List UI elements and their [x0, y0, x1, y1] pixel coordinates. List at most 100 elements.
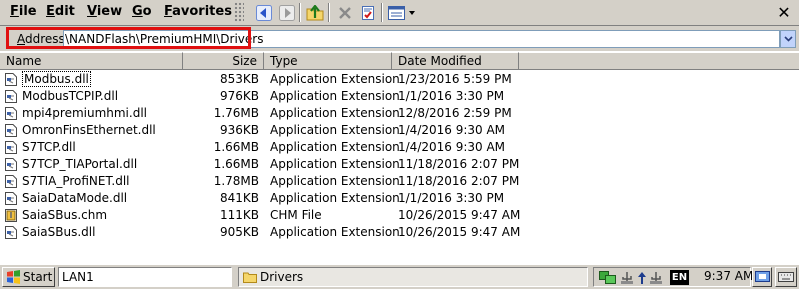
table-row[interactable]: S7TCP_TIAPortal.dll 1.66MB Application Ext…: [0, 156, 799, 173]
usb-device-icon[interactable]: [649, 271, 663, 285]
up-folder-button[interactable]: [304, 2, 326, 23]
file-type: CHM File: [270, 208, 322, 222]
file-date-modified: 1/1/2016 3:30 PM: [398, 89, 505, 103]
table-row[interactable]: SaiaSBus.dll 905KB Application Extension 10…: [0, 224, 799, 241]
dll-file-icon: [5, 90, 17, 103]
file-size: 853KB: [219, 72, 259, 86]
address-dropdown-button[interactable]: [780, 30, 796, 48]
forward-button[interactable]: [276, 2, 298, 23]
input-panel-button[interactable]: [775, 267, 797, 287]
file-name: SaiaSBus.chm: [22, 207, 107, 224]
menu-view[interactable]: View: [87, 4, 122, 19]
dll-file-icon: [5, 226, 17, 239]
toolbar-separator: [328, 3, 330, 22]
menu-go[interactable]: Go: [132, 4, 152, 19]
file-type: Application Extension: [270, 140, 400, 154]
file-size: 1.66MB: [213, 157, 259, 171]
dll-file-icon: [5, 107, 17, 120]
file-type: Application Extension: [270, 123, 400, 137]
file-date-modified: 1/4/2016 9:30 AM: [398, 140, 506, 154]
file-name: mpi4premiumhmi.dll: [22, 105, 147, 122]
table-row[interactable]: SaiaSBus.chm 111KB CHM File 10/26/2015 9:47…: [0, 207, 799, 224]
file-date-modified: 1/23/2016 5:59 PM: [398, 72, 512, 86]
file-type: Application Extension: [270, 89, 400, 103]
column-header-name[interactable]: Name: [0, 52, 183, 70]
dll-file-icon: [5, 124, 17, 137]
input-language-indicator[interactable]: EN: [670, 270, 689, 285]
table-row[interactable]: ModbusTCPIP.dll 976KB Application Extensio…: [0, 88, 799, 105]
toolbar-grip[interactable]: [234, 2, 244, 22]
file-size: 1.78MB: [213, 174, 259, 188]
views-button[interactable]: [386, 2, 418, 23]
start-button[interactable]: Start: [2, 267, 55, 287]
table-row[interactable]: S7TIA_ProfiNET.dll 1.78MB Application Exte…: [0, 173, 799, 190]
desktop-button[interactable]: [752, 267, 772, 287]
file-date-modified: 10/26/2015 9:47 AM: [398, 208, 521, 222]
file-name: S7TCP_TIAPortal.dll: [22, 156, 137, 173]
file-date-modified: 12/8/2016 2:59 PM: [398, 106, 512, 120]
table-row[interactable]: OmronFinsEthernet.dll 936KB Application Ex…: [0, 122, 799, 139]
file-name-text: mpi4premiumhmi.dll: [22, 106, 147, 120]
up-folder-icon: [306, 4, 324, 20]
views-icon: [388, 5, 415, 20]
menu-bar: File Edit View Go Favorites ✕: [0, 0, 799, 26]
address-bar: Address \NANDFlash\PremiumHMI\Drivers: [0, 25, 799, 51]
table-row[interactable]: S7TCP.dll 1.66MB Application Extension 1/4/…: [0, 139, 799, 156]
file-name: ModbusTCPIP.dll: [22, 88, 118, 105]
column-header-date-modified[interactable]: Date Modified: [392, 52, 519, 70]
windows-logo-icon: [7, 270, 20, 284]
file-name-text: SaiaSBus.chm: [22, 208, 108, 222]
column-header-type[interactable]: Type: [264, 52, 392, 70]
dll-file-icon: [5, 158, 17, 171]
file-name-text: ModbusTCPIP.dll: [22, 89, 119, 103]
file-list-view[interactable]: Name Size Type Date Modified Modbus.dll 8…: [0, 52, 799, 264]
delete-icon: [339, 6, 351, 19]
menu-edit[interactable]: Edit: [46, 4, 75, 19]
file-size: 111KB: [219, 208, 259, 222]
file-date-modified: 1/1/2016 3:30 PM: [398, 191, 505, 205]
usb-device-icon[interactable]: [620, 271, 634, 285]
file-date-modified: 1/4/2016 9:30 AM: [398, 123, 506, 137]
taskbar-address-field[interactable]: LAN1: [58, 267, 232, 287]
file-type: Application Extension: [270, 72, 400, 86]
dll-file-icon: [5, 73, 17, 86]
network-icon[interactable]: [599, 271, 617, 285]
file-type: Application Extension: [270, 191, 400, 205]
file-name: SaiaDataMode.dll: [22, 190, 127, 207]
toolbar-separator: [299, 3, 301, 22]
menu-favorites[interactable]: Favorites: [164, 4, 232, 19]
file-type: Application Extension: [270, 157, 400, 171]
file-size: 1.66MB: [213, 140, 259, 154]
address-highlight-box: [6, 27, 251, 49]
table-row[interactable]: SaiaDataMode.dll 841KB Application Extensi…: [0, 190, 799, 207]
column-header-filler: [519, 52, 799, 70]
file-name-text: S7TCP_TIAPortal.dll: [22, 157, 138, 171]
properties-button[interactable]: [357, 2, 379, 23]
dll-file-icon: [5, 192, 17, 205]
file-name: S7TCP.dll: [22, 139, 76, 156]
back-button[interactable]: [253, 2, 275, 23]
properties-icon: [362, 5, 374, 20]
arrow-up-icon[interactable]: [637, 271, 647, 285]
file-type: Application Extension: [270, 225, 400, 239]
folder-icon: [243, 272, 257, 283]
file-date-modified: 11/18/2016 2:07 PM: [398, 157, 520, 171]
taskbar-clock[interactable]: 9:37 AM: [704, 269, 753, 283]
keyboard-icon: [778, 272, 794, 282]
help-file-icon: [5, 209, 17, 222]
file-size: 936KB: [219, 123, 259, 137]
close-button[interactable]: ✕: [773, 2, 795, 23]
taskbar-window-drivers[interactable]: Drivers: [238, 267, 588, 287]
table-row[interactable]: Modbus.dll 853KB Application Extension 1/23…: [0, 71, 799, 88]
file-date-modified: 11/18/2016 2:07 PM: [398, 174, 520, 188]
delete-button[interactable]: [334, 2, 356, 23]
file-name-text: S7TIA_ProfiNET.dll: [22, 174, 130, 188]
back-icon: [256, 4, 272, 21]
file-name-text: SaiaSBus.dll: [22, 225, 96, 239]
menu-file[interactable]: File: [10, 4, 37, 19]
toolbar-separator: [381, 3, 383, 22]
file-size: 905KB: [219, 225, 259, 239]
column-header-size[interactable]: Size: [183, 52, 264, 70]
file-name-text: Modbus.dll: [22, 71, 91, 87]
table-row[interactable]: mpi4premiumhmi.dll 1.76MB Application Exte…: [0, 105, 799, 122]
